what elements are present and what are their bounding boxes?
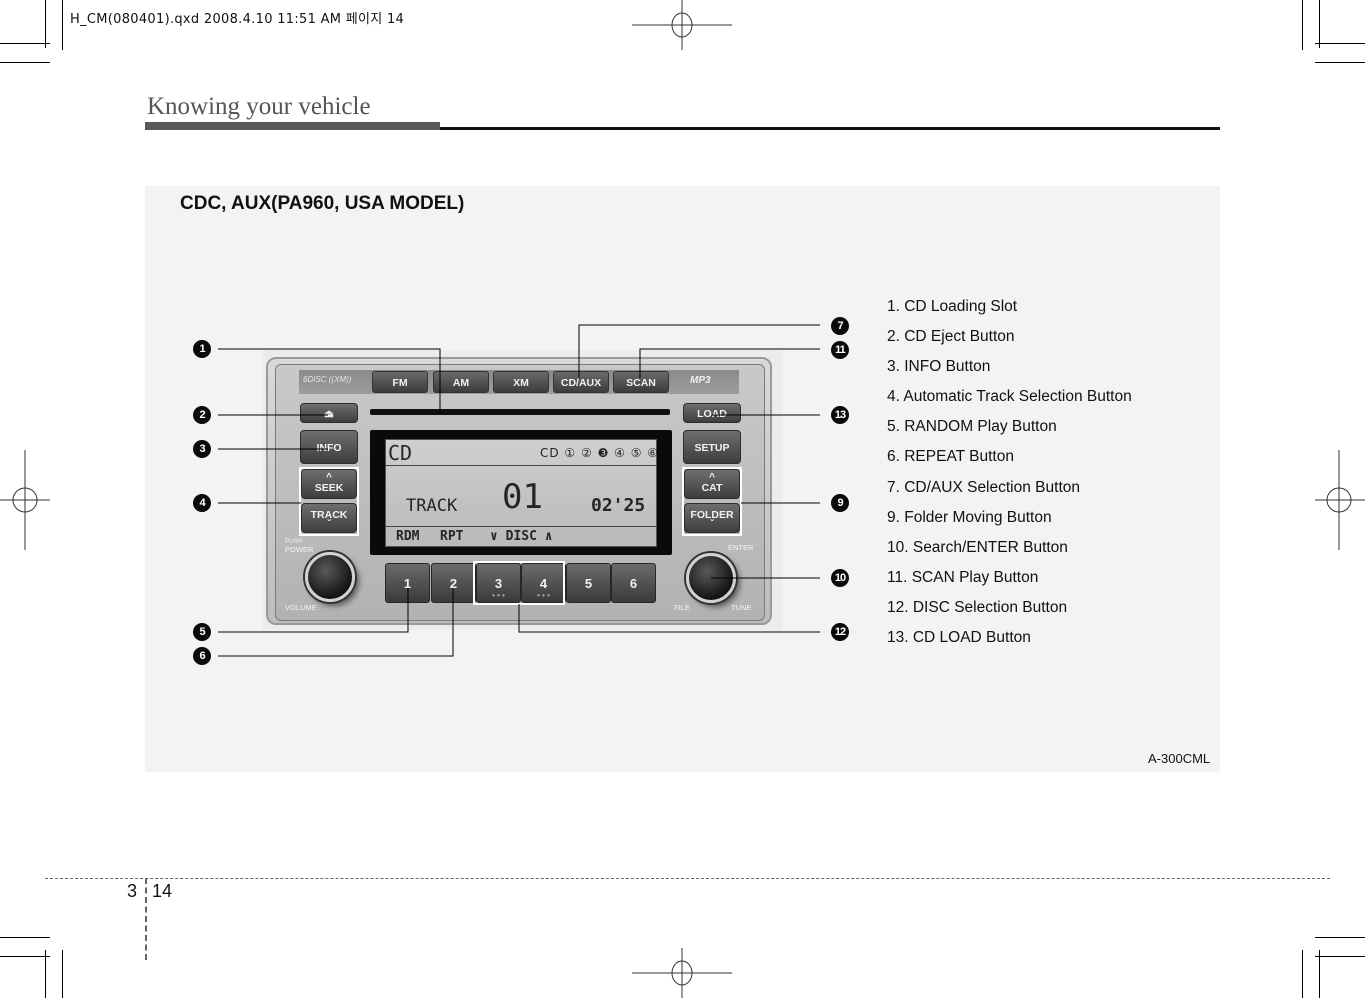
xm-button[interactable]: XM bbox=[493, 371, 549, 393]
cd-loading-slot bbox=[370, 409, 670, 415]
legend-item: 10. Search/ENTER Button bbox=[887, 538, 1068, 556]
lcd-track-number: 01 bbox=[502, 477, 543, 517]
brand-logo: 6DISC ((XM)) bbox=[303, 375, 352, 384]
highlight-seek-track bbox=[299, 467, 359, 536]
callout-9: 9 bbox=[831, 494, 849, 512]
crop-mark bbox=[1315, 937, 1365, 938]
callout-13: 13 bbox=[831, 406, 849, 424]
file-label: FILE bbox=[674, 603, 690, 612]
callout-7: 7 bbox=[831, 317, 849, 335]
legend-item: 3. INFO Button bbox=[887, 358, 991, 376]
figure-code: A-300CML bbox=[1148, 751, 1211, 766]
legend-item: 9. Folder Moving Button bbox=[887, 508, 1052, 526]
crop-mark bbox=[1302, 950, 1303, 998]
title-underline-bar bbox=[145, 122, 440, 130]
legend-item: 13. CD LOAD Button bbox=[887, 629, 1031, 647]
cd-aux-button[interactable]: CD/AUX bbox=[553, 371, 609, 393]
page-number: 14 bbox=[152, 881, 173, 901]
section-title: Knowing your vehicle bbox=[147, 93, 371, 120]
disc-indicator: CD ① ② ❸ ④ ⑤ ⑥ bbox=[540, 446, 660, 460]
crop-mark bbox=[62, 0, 63, 50]
footer-rule bbox=[45, 878, 1330, 879]
preset-button-1[interactable]: 1 bbox=[385, 563, 430, 603]
legend-item: 12. DISC Selection Button bbox=[887, 598, 1068, 616]
registration-mark-left bbox=[0, 450, 50, 550]
lcd-divider bbox=[385, 465, 657, 466]
lcd-track-label: TRACK bbox=[406, 496, 458, 516]
am-button[interactable]: AM bbox=[433, 371, 489, 393]
scan-button[interactable]: SCAN bbox=[613, 371, 669, 393]
preset-label: 5 bbox=[584, 576, 593, 591]
lcd-rdm: RDM bbox=[396, 529, 420, 544]
crop-mark bbox=[1315, 62, 1365, 63]
crop-mark bbox=[62, 950, 63, 998]
legend-item: 5. RANDOM Play Button bbox=[887, 418, 1057, 436]
highlight-disc-presets bbox=[473, 561, 565, 605]
callout-12: 12 bbox=[831, 623, 849, 641]
preset-button-5[interactable]: 5 bbox=[566, 563, 611, 603]
lcd-rpt: RPT bbox=[440, 529, 464, 544]
eject-button[interactable]: ⏏ bbox=[300, 403, 358, 423]
chapter-number: 3 bbox=[127, 881, 138, 901]
parts-legend: 1. CD Loading Slot 2. CD Eject Button 3.… bbox=[887, 297, 1132, 658]
preset-button-6[interactable]: 6 bbox=[611, 563, 656, 603]
callout-2: 2 bbox=[193, 406, 211, 424]
crop-mark bbox=[1315, 956, 1365, 957]
footer-divider bbox=[145, 878, 147, 960]
crop-mark bbox=[0, 937, 50, 938]
legend-item: 6. REPEAT Button bbox=[887, 448, 1014, 466]
crop-mark bbox=[0, 956, 50, 957]
crop-mark bbox=[0, 62, 50, 63]
enter-label: ENTER bbox=[728, 543, 754, 552]
callout-4: 4 bbox=[193, 494, 211, 512]
callout-11: 11 bbox=[831, 341, 849, 359]
lcd-disc: ∨ DISC ∧ bbox=[490, 529, 553, 544]
callout-6: 6 bbox=[193, 647, 211, 665]
fm-button[interactable]: FM bbox=[372, 371, 428, 393]
volume-label: VOLUME bbox=[285, 603, 317, 612]
tune-label: TUNE bbox=[731, 603, 752, 612]
legend-item: 1. CD Loading Slot bbox=[887, 298, 1018, 315]
crop-mark bbox=[45, 0, 46, 48]
crop-mark bbox=[1315, 43, 1365, 44]
lcd-divider bbox=[385, 526, 657, 527]
preset-label: 1 bbox=[403, 576, 412, 591]
eject-icon: ⏏ bbox=[324, 408, 334, 420]
crop-mark bbox=[1319, 950, 1320, 998]
volume-knob[interactable] bbox=[305, 552, 355, 602]
power-label: POWER bbox=[285, 545, 314, 554]
setup-button[interactable]: SETUP bbox=[683, 430, 741, 464]
legend-item: 7. CD/AUX Selection Button bbox=[887, 478, 1080, 496]
legend-item: 4. Automatic Track Selection Button bbox=[887, 388, 1132, 406]
legend-item: 2. CD Eject Button bbox=[887, 328, 1015, 346]
crop-mark bbox=[1319, 0, 1320, 48]
preset-label: 6 bbox=[629, 576, 638, 591]
title-rule bbox=[440, 127, 1220, 130]
registration-mark-bottom bbox=[632, 948, 732, 998]
callout-5: 5 bbox=[193, 623, 211, 641]
lcd-mode: CD bbox=[388, 441, 413, 465]
callout-3: 3 bbox=[193, 440, 211, 458]
lcd-elapsed-time: 02'25 bbox=[591, 495, 646, 516]
crop-mark bbox=[0, 43, 50, 44]
preset-button-2[interactable]: 2 bbox=[431, 563, 476, 603]
mp3-logo: MP3 bbox=[690, 375, 711, 386]
crop-mark bbox=[1302, 0, 1303, 50]
legend-item: 11. SCAN Play Button bbox=[887, 568, 1039, 586]
preset-label: 2 bbox=[449, 576, 458, 591]
print-slug: H_CM(080401).qxd 2008.4.10 11:51 AM 페이지 … bbox=[70, 12, 405, 27]
highlight-cat-folder bbox=[682, 467, 742, 536]
load-button[interactable]: LOAD bbox=[683, 403, 741, 423]
registration-mark-top bbox=[632, 0, 732, 50]
callout-1: 1 bbox=[193, 340, 211, 358]
registration-mark-right bbox=[1315, 450, 1365, 550]
figure-heading: CDC, AUX(PA960, USA MODEL) bbox=[180, 193, 465, 214]
tune-enter-knob[interactable] bbox=[686, 553, 736, 603]
crop-mark bbox=[45, 950, 46, 998]
callout-10: 10 bbox=[831, 569, 849, 587]
info-button[interactable]: INFO bbox=[300, 430, 358, 464]
